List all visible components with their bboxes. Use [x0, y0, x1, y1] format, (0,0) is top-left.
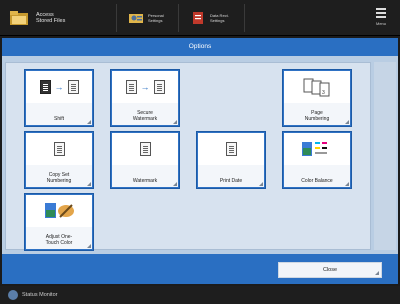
page-numbering-button[interactable]: 3 Page Numbering [282, 69, 352, 127]
page-numbering-label-line2: Numbering [304, 116, 330, 122]
separator [178, 4, 179, 32]
footer-bar: Close [2, 254, 398, 284]
watermark-icon [112, 133, 178, 165]
corner-arrow-icon [87, 120, 91, 124]
red-document-icon [190, 11, 206, 25]
shift-button[interactable]: → Shift [24, 69, 94, 127]
status-monitor-bar[interactable]: Status Monitor [0, 286, 400, 304]
corner-arrow-icon [173, 182, 177, 186]
color-balance-button[interactable]: Color Balance [282, 131, 352, 189]
home-icon [8, 7, 30, 29]
color-balance-icon [284, 133, 350, 165]
adjust-one-touch-color-label-line2: Touch Color [45, 240, 73, 246]
watermark-button[interactable]: Watermark [110, 131, 180, 189]
secure-watermark-label-line2: Watermark [132, 116, 158, 122]
svg-text:3: 3 [322, 90, 325, 96]
corner-arrow-icon [375, 271, 379, 275]
hamburger-icon [370, 8, 392, 18]
menu-label: Menu [375, 21, 386, 26]
separator [116, 4, 117, 32]
personal-settings-line2: Settings [148, 18, 163, 23]
status-monitor-label: Status Monitor [22, 292, 58, 298]
options-header: Options [2, 38, 398, 56]
close-button[interactable]: Close [278, 262, 382, 278]
menu-button[interactable]: Menu [370, 6, 392, 32]
shift-icon: → [26, 71, 92, 103]
print-date-label: Print Date [198, 165, 264, 187]
person-settings-icon [128, 11, 144, 25]
data-rect-settings-line2: Settings [210, 18, 225, 23]
adjust-one-touch-color-button[interactable]: Adjust One- Touch Color [24, 193, 94, 251]
copy-set-numbering-label-line2: Numbering [46, 178, 72, 184]
data-rect-settings-button[interactable]: Data Rect. Settings [190, 6, 229, 30]
print-date-icon [198, 133, 264, 165]
corner-arrow-icon [259, 182, 263, 186]
page-numbering-icon: 3 [284, 71, 350, 103]
corner-arrow-icon [345, 120, 349, 124]
adjust-one-touch-color-icon [26, 195, 92, 227]
scroll-area[interactable] [374, 62, 396, 250]
corner-arrow-icon [87, 244, 91, 248]
corner-arrow-icon [173, 120, 177, 124]
color-balance-label: Color Balance [284, 165, 350, 187]
copy-set-numbering-button[interactable]: Copy Set Numbering [24, 131, 94, 189]
content-area: → Shift → Secure Watermark 3 Page Number… [2, 56, 398, 254]
page-title: Options [188, 43, 212, 50]
print-date-button[interactable]: Print Date [196, 131, 266, 189]
access-stored-files-button[interactable]: Access Stored Files [2, 2, 114, 34]
corner-arrow-icon [345, 182, 349, 186]
shift-label: Shift [26, 103, 92, 125]
copy-set-numbering-icon [26, 133, 92, 165]
corner-arrow-icon [87, 182, 91, 186]
separator [244, 4, 245, 32]
options-panel: → Shift → Secure Watermark 3 Page Number… [5, 62, 371, 251]
personal-settings-button[interactable]: Personal Settings [128, 6, 164, 30]
close-label: Close [322, 267, 338, 273]
secure-watermark-icon: → [112, 71, 178, 103]
watermark-label: Watermark [112, 165, 178, 187]
secure-watermark-button[interactable]: → Secure Watermark [110, 69, 180, 127]
top-bar: Access Stored Files Personal Settings Da… [0, 0, 400, 36]
home-label-line2: Stored Files [36, 18, 66, 24]
status-monitor-icon [8, 290, 18, 300]
